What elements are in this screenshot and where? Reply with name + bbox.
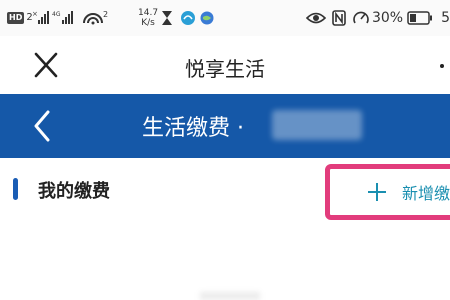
status-bar: HD 2 × 4G 2 14.7 K/s 30% 5 <box>0 0 450 36</box>
hd-badge: HD 2 <box>7 0 35 36</box>
svg-text:4G: 4G <box>52 11 61 18</box>
page-header: 生活缴费 · <box>0 94 450 158</box>
redacted-subtitle <box>272 110 362 140</box>
add-payment-button[interactable]: 新增缴 <box>325 164 450 220</box>
battery-percent: 30% <box>371 10 404 26</box>
net-speed-value: 14.7 <box>138 8 159 18</box>
app-title: 悦享生活 <box>185 57 265 81</box>
back-button[interactable] <box>28 108 56 144</box>
blurred-content <box>200 292 260 300</box>
signal-icons: × 4G 2 <box>32 0 136 36</box>
svg-text:2: 2 <box>103 10 108 19</box>
app-notify-icon <box>180 0 196 36</box>
signal-icon: × 4G 2 <box>32 10 108 25</box>
hd-label: HD <box>7 12 25 24</box>
title-bar: 悦享生活 <box>0 36 450 94</box>
globe-icon <box>200 0 214 36</box>
back-chevron-icon <box>34 110 50 142</box>
plus-icon <box>368 183 386 201</box>
page-title: 生活缴费 · <box>142 116 244 141</box>
more-icon[interactable] <box>440 64 444 68</box>
section-indicator <box>13 178 18 200</box>
net-speed: 14.7 K/s <box>138 0 158 36</box>
add-payment-label: 新增缴 <box>402 184 450 203</box>
section-title: 我的缴费 <box>38 181 110 202</box>
nfc-icon <box>332 10 346 26</box>
battery-icon <box>407 11 433 25</box>
status-right: 30% 5 <box>305 0 450 36</box>
hourglass-icon <box>160 0 174 36</box>
net-speed-unit: K/s <box>141 18 155 28</box>
gauge-icon <box>353 11 369 24</box>
eye-icon <box>305 12 326 24</box>
clock: 5 <box>441 10 450 26</box>
svg-text:×: × <box>32 10 38 18</box>
